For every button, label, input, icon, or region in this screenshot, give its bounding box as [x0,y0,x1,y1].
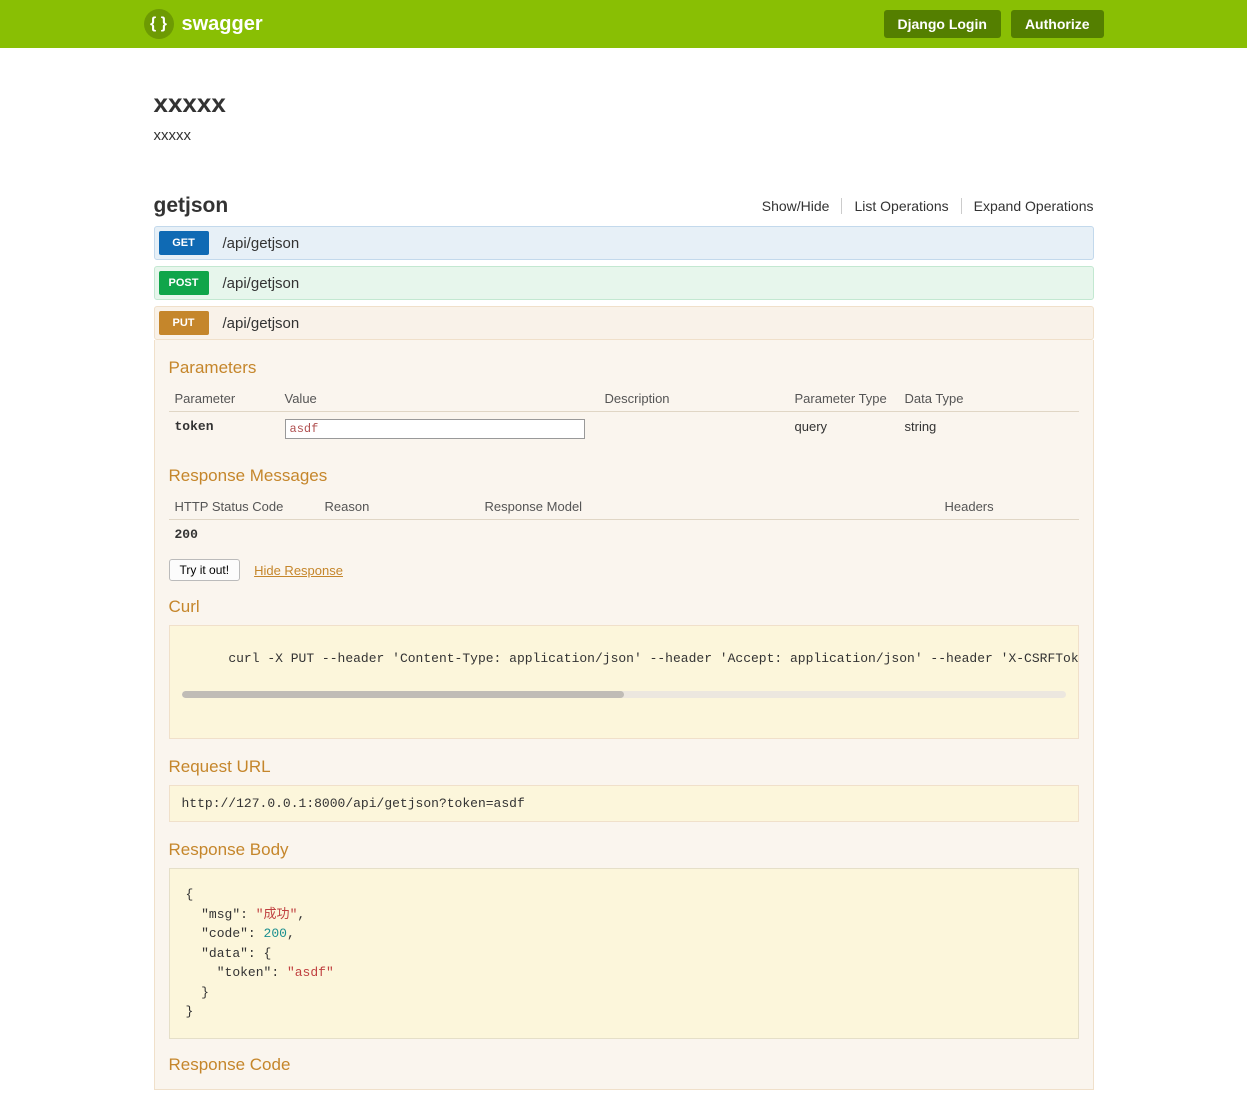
resp-reason [319,520,479,550]
operation-post[interactable]: POST /api/getjson [154,266,1094,300]
request-url-block: http://127.0.0.1:8000/api/getjson?token=… [169,785,1079,822]
param-input-token[interactable] [285,419,585,439]
expand-operations-link[interactable]: Expand Operations [962,198,1094,214]
curl-scrollbar[interactable] [182,691,1066,698]
resp-header-reason: Reason [319,494,479,520]
param-description [599,412,789,447]
param-header-type: Parameter Type [789,386,899,412]
json-token-value: "asdf" [287,965,334,980]
operation-get-path[interactable]: /api/getjson [209,235,300,252]
response-body-block: { "msg": "成功", "code": 200, "data": { "t… [169,868,1079,1039]
resource-header: getjson Show/Hide List Operations Expand… [154,194,1094,218]
param-datatype: string [899,412,1079,447]
response-messages-table: HTTP Status Code Reason Response Model H… [169,494,1079,549]
curl-block: curl -X PUT --header 'Content-Type: appl… [169,625,1079,739]
operation-put[interactable]: PUT /api/getjson [154,306,1094,340]
response-body-heading: Response Body [169,840,1079,860]
parameters-heading: Parameters [169,358,1079,378]
top-header: { } swagger Django Login Authorize [0,0,1247,48]
resource-name[interactable]: getjson [154,194,229,218]
response-code-heading: Response Code [169,1055,1079,1075]
resp-model [479,520,939,550]
swagger-logo-text: swagger [182,13,263,36]
json-msg-value: "成功" [256,907,298,922]
resp-header-headers: Headers [939,494,1079,520]
request-url-heading: Request URL [169,757,1079,777]
method-badge-get: GET [159,231,209,255]
param-header-parameter: Parameter [169,386,279,412]
operation-put-path[interactable]: /api/getjson [209,315,300,332]
authorize-button[interactable]: Authorize [1011,10,1104,38]
page-subtitle: xxxxx [154,127,1094,144]
json-code-value: 200 [264,926,287,941]
show-hide-link[interactable]: Show/Hide [750,198,843,214]
curl-value: curl -X PUT --header 'Content-Type: appl… [228,651,1078,666]
response-row: 200 [169,520,1079,550]
operation-get[interactable]: GET /api/getjson [154,226,1094,260]
param-header-value: Value [279,386,599,412]
list-operations-link[interactable]: List Operations [842,198,961,214]
parameters-table: Parameter Value Description Parameter Ty… [169,386,1079,446]
swagger-logo: { } swagger [144,9,263,39]
resp-header-status: HTTP Status Code [169,494,319,520]
hide-response-link[interactable]: Hide Response [254,563,343,578]
parameter-row: token query string [169,412,1079,447]
param-type: query [789,412,899,447]
try-it-out-button[interactable]: Try it out! [169,559,241,581]
method-badge-post: POST [159,271,209,295]
method-badge-put: PUT [159,311,209,335]
django-login-button[interactable]: Django Login [884,10,1001,38]
curl-heading: Curl [169,597,1079,617]
param-name-token: token [169,412,279,447]
operation-post-path[interactable]: /api/getjson [209,275,300,292]
operation-put-panel: Parameters Parameter Value Description P… [154,340,1094,1090]
resp-status-code: 200 [169,520,319,550]
param-header-datatype: Data Type [899,386,1079,412]
resp-headers-cell [939,520,1079,550]
page-title: xxxxx [154,88,1094,119]
param-header-description: Description [599,386,789,412]
resp-header-model: Response Model [479,494,939,520]
response-messages-heading: Response Messages [169,466,1079,486]
swagger-logo-icon: { } [144,9,174,39]
